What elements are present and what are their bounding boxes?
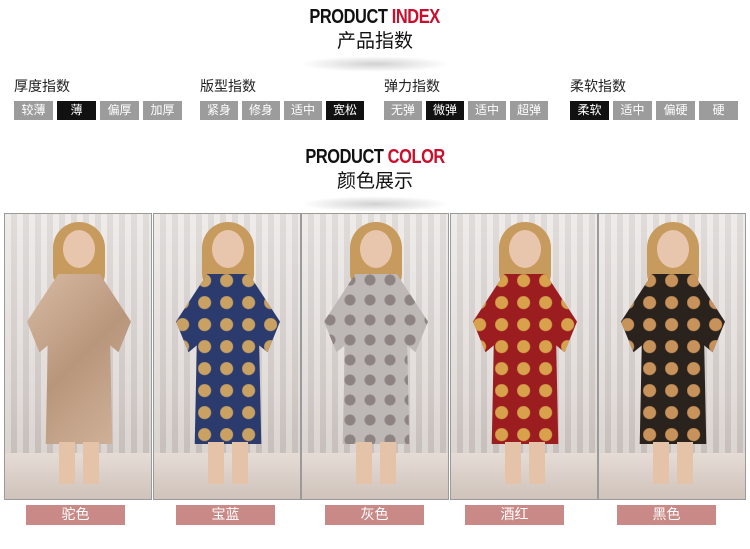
index-title: 版型指数: [200, 79, 256, 95]
index-heading-en-highlight: INDEX: [392, 6, 441, 28]
color-heading-shadow: [300, 196, 450, 212]
index-options: 无弹 微弹 适中 超弹: [384, 101, 548, 120]
index-option: 适中: [613, 101, 652, 120]
index-option: 偏厚: [100, 101, 139, 120]
index-options: 较薄 薄 偏厚 加厚: [14, 101, 182, 120]
index-option: 硬: [699, 101, 738, 120]
index-heading-cn: 产品指数: [336, 30, 413, 52]
index-fit: 版型指数 紧身 修身 适中 宽松: [200, 78, 364, 120]
index-softness: 柔软指数 柔软 适中 偏硬 硬: [570, 78, 738, 120]
index-option-selected: 微弹: [426, 101, 464, 120]
color-heading-en: PRODUCT COLOR: [305, 146, 445, 168]
index-elasticity: 弹力指数 无弹 微弹 适中 超弹: [384, 78, 548, 120]
color-label-black: 黑色: [617, 505, 716, 525]
index-option: 超弹: [510, 101, 548, 120]
index-title: 弹力指数: [384, 79, 440, 95]
product-photo-black[interactable]: [598, 213, 746, 500]
index-heading-en: PRODUCT INDEX: [309, 6, 441, 28]
product-photo-wine-red[interactable]: [450, 213, 598, 500]
index-option-selected: 宽松: [326, 101, 364, 120]
color-label-royal-blue: 宝蓝: [176, 505, 275, 525]
index-option: 较薄: [14, 101, 53, 120]
color-label-camel: 驼色: [26, 505, 125, 525]
color-label-wine-red: 酒红: [465, 505, 564, 525]
product-photo-grey[interactable]: [301, 213, 449, 500]
index-heading-shadow: [300, 56, 450, 72]
color-heading-en-prefix: PRODUCT: [305, 146, 388, 168]
index-option: 紧身: [200, 101, 238, 120]
index-option: 适中: [284, 101, 322, 120]
index-heading-en-prefix: PRODUCT: [309, 6, 393, 28]
index-option: 加厚: [143, 101, 182, 120]
index-thickness: 厚度指数 较薄 薄 偏厚 加厚: [14, 78, 182, 120]
index-options: 柔软 适中 偏硬 硬: [570, 101, 738, 120]
color-heading: PRODUCT COLOR 颜色展示: [0, 146, 750, 193]
color-heading-en-highlight: COLOR: [387, 146, 446, 168]
index-option: 无弹: [384, 101, 422, 120]
index-options: 紧身 修身 适中 宽松: [200, 101, 364, 120]
index-heading: PRODUCT INDEX 产品指数: [0, 6, 750, 53]
index-option: 修身: [242, 101, 280, 120]
product-photo-camel[interactable]: [4, 213, 152, 500]
index-option: 偏硬: [656, 101, 695, 120]
index-title: 柔软指数: [570, 79, 626, 95]
index-title: 厚度指数: [14, 79, 70, 95]
product-photo-royal-blue[interactable]: [153, 213, 301, 500]
color-label-grey: 灰色: [325, 505, 424, 525]
index-option-selected: 柔软: [570, 101, 609, 120]
color-heading-cn: 颜色展示: [336, 170, 413, 192]
index-option: 适中: [468, 101, 506, 120]
index-option-selected: 薄: [57, 101, 96, 120]
